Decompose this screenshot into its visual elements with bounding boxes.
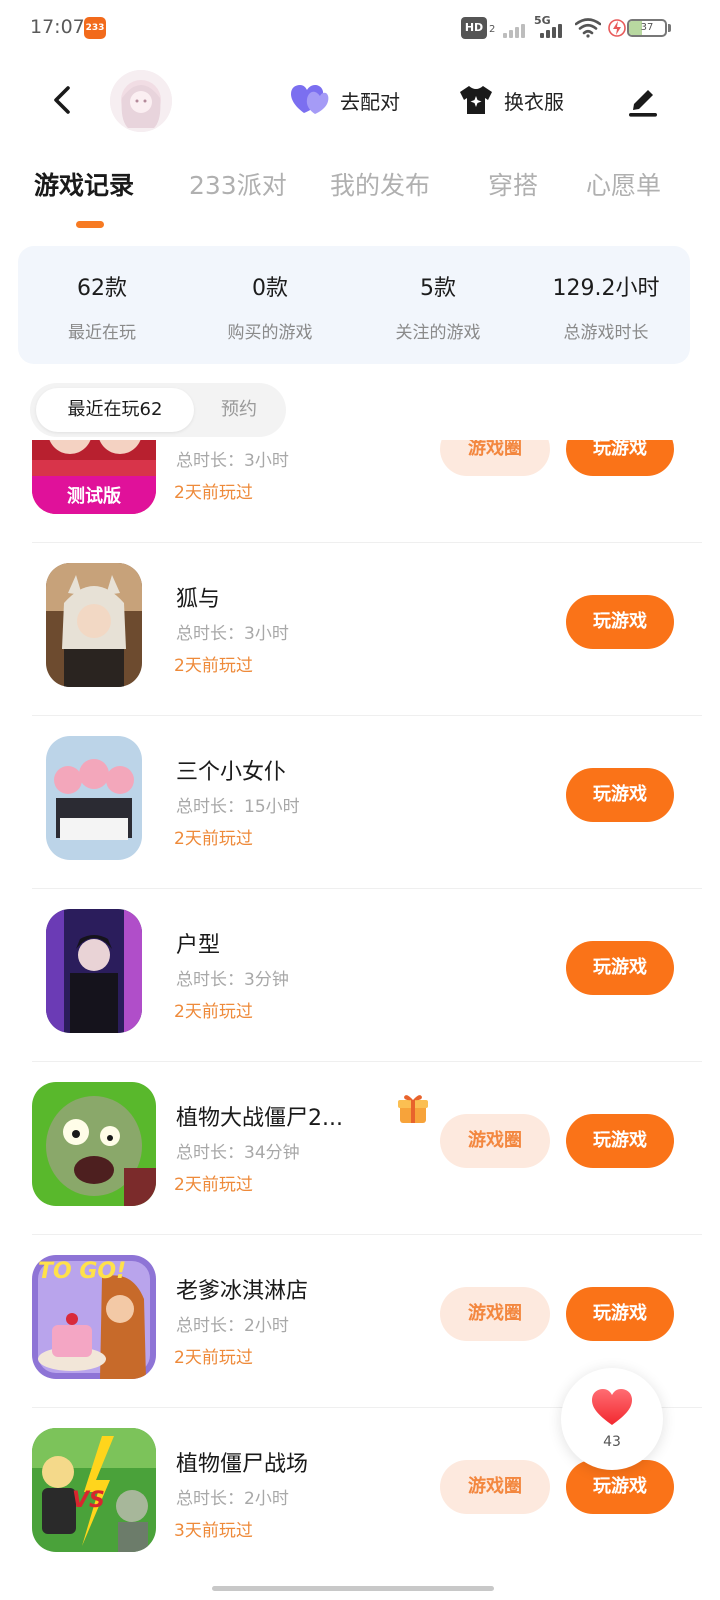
game-row[interactable]: 测试版 总时长：3小时 2天前玩过 游戏圈 玩游戏: [0, 440, 720, 543]
filter-reservations[interactable]: 预约: [196, 388, 282, 432]
game-last-played: 2天前玩过: [174, 829, 253, 849]
game-thumbnail[interactable]: TO GO!: [32, 1255, 156, 1379]
game-title: 植物僵尸战场: [176, 1452, 309, 1477]
network-type: 5G: [534, 14, 551, 27]
tab-wishlist[interactable]: 心愿单: [586, 166, 661, 202]
game-title: 三个小女仆: [176, 760, 287, 785]
battery-level-text: 37: [640, 22, 654, 33]
hd-voice-icon: HD: [461, 17, 487, 39]
thumb-logo-text: TO GO!: [38, 1259, 127, 1284]
play-game-button[interactable]: 玩游戏: [566, 595, 674, 649]
game-thumbnail[interactable]: [46, 736, 142, 860]
cyber-boy-game-art: [46, 909, 142, 1033]
game-title: 狐与: [176, 587, 221, 612]
test-version-badge: 测试版: [67, 486, 121, 507]
tab-outfits[interactable]: 穿搭: [488, 166, 538, 202]
status-bar: 17:07 233 HD 2 5G 37: [0, 0, 720, 56]
play-game-button[interactable]: 玩游戏: [566, 768, 674, 822]
maids-game-art: [46, 736, 142, 860]
tshirt-icon: [460, 86, 492, 114]
game-thumbnail[interactable]: [46, 563, 142, 687]
game-row[interactable]: 户型 总时长：3分钟 2天前玩过 玩游戏: [0, 889, 720, 1062]
game-duration: 总时长：2小时: [176, 1489, 289, 1509]
battery-icon: 37: [627, 19, 667, 37]
zombie-game-art: [32, 1082, 156, 1206]
battery-cap: [668, 24, 671, 32]
stat-value: 0款: [252, 276, 288, 301]
game-thumbnail[interactable]: [46, 909, 142, 1033]
stat-label: 最近在玩: [68, 323, 136, 343]
play-game-button[interactable]: 玩游戏: [566, 1287, 674, 1341]
status-time: 17:07: [30, 16, 85, 38]
game-duration: 总时长：15小时: [176, 797, 300, 817]
stat-label: 关注的游戏: [395, 323, 481, 343]
game-title: 老爹冰淇淋店: [176, 1279, 309, 1304]
game-row[interactable]: 三个小女仆 总时长：15小时 2天前玩过 玩游戏: [0, 716, 720, 889]
game-circle-button[interactable]: 游戏圈: [440, 1287, 550, 1341]
stat-label: 购买的游戏: [227, 323, 313, 343]
game-last-played: 2天前玩过: [174, 1002, 253, 1022]
game-row[interactable]: 狐与 总时长：3小时 2天前玩过 玩游戏: [0, 543, 720, 716]
active-tab-indicator: [76, 221, 104, 228]
game-circle-button[interactable]: 游戏圈: [440, 1460, 550, 1514]
game-thumbnail[interactable]: [32, 1082, 156, 1206]
play-game-button[interactable]: 玩游戏: [566, 440, 674, 476]
game-duration: 总时长：3分钟: [176, 970, 289, 990]
stat-recent-playing[interactable]: 62款 最近在玩: [18, 270, 186, 343]
game-last-played: 2天前玩过: [174, 483, 253, 503]
user-avatar[interactable]: [110, 70, 172, 132]
play-game-button[interactable]: 玩游戏: [566, 941, 674, 995]
game-thumbnail[interactable]: VS: [32, 1428, 156, 1552]
stat-followed-games[interactable]: 5款 关注的游戏: [354, 270, 522, 343]
back-arrow-icon[interactable]: [48, 84, 80, 116]
game-circle-button[interactable]: 游戏圈: [440, 1114, 550, 1168]
thumb-vs-text: VS: [72, 1488, 105, 1513]
filter-recent-playing[interactable]: 最近在玩62: [36, 388, 194, 432]
hearts-icon: [291, 85, 329, 114]
app-notification-icon: 233: [84, 17, 106, 39]
dress-up-button[interactable]: 换衣服: [458, 80, 564, 120]
like-floating-button[interactable]: 43: [561, 1368, 663, 1470]
gift-icon[interactable]: [396, 1092, 430, 1126]
game-title: 植物大战僵尸2...: [176, 1106, 343, 1131]
game-duration: 总时长：2小时: [176, 1316, 289, 1336]
game-last-played: 2天前玩过: [174, 656, 253, 676]
wifi-icon: [575, 18, 601, 38]
tab-game-records[interactable]: 游戏记录: [34, 166, 134, 202]
game-row[interactable]: 植物大战僵尸2... 总时长：34分钟 2天前玩过 游戏圈 玩游戏: [0, 1062, 720, 1235]
heart-icon: [592, 1389, 632, 1425]
tab-my-posts[interactable]: 我的发布: [330, 166, 430, 202]
hd-sim-index: 2: [489, 24, 496, 35]
game-duration: 总时长：34分钟: [176, 1143, 300, 1163]
stat-total-playtime[interactable]: 129.2小时 总游戏时长: [522, 270, 690, 343]
stat-value: 5款: [420, 276, 456, 301]
like-count: 43: [603, 1434, 621, 1450]
match-button[interactable]: 去配对: [290, 80, 400, 120]
edit-pen-icon[interactable]: [626, 84, 660, 118]
play-game-button[interactable]: 玩游戏: [566, 1114, 674, 1168]
game-last-played: 2天前玩过: [174, 1175, 253, 1195]
match-label: 去配对: [340, 89, 400, 114]
game-thumbnail[interactable]: 测试版: [32, 440, 156, 514]
stats-card: 62款 最近在玩 0款 购买的游戏 5款 关注的游戏 129.2小时 总游戏时长: [18, 246, 690, 364]
game-last-played: 3天前玩过: [174, 1521, 253, 1541]
stat-value: 62款: [77, 276, 127, 301]
game-duration: 总时长：3小时: [176, 451, 289, 471]
charging-icon: [608, 19, 626, 37]
dress-up-label: 换衣服: [504, 89, 564, 114]
game-title: 户型: [176, 933, 221, 958]
game-circle-button[interactable]: 游戏圈: [440, 440, 550, 476]
avatar-image: [110, 70, 172, 132]
stat-value: 129.2小时: [552, 276, 660, 301]
game-last-played: 2天前玩过: [174, 1348, 253, 1368]
home-indicator: [212, 1586, 494, 1591]
game-duration: 总时长：3小时: [176, 624, 289, 644]
stat-purchased-games[interactable]: 0款 购买的游戏: [186, 270, 354, 343]
tab-233-party[interactable]: 233派对: [189, 166, 287, 202]
fox-game-art: [46, 563, 142, 687]
stat-label: 总游戏时长: [563, 323, 649, 343]
